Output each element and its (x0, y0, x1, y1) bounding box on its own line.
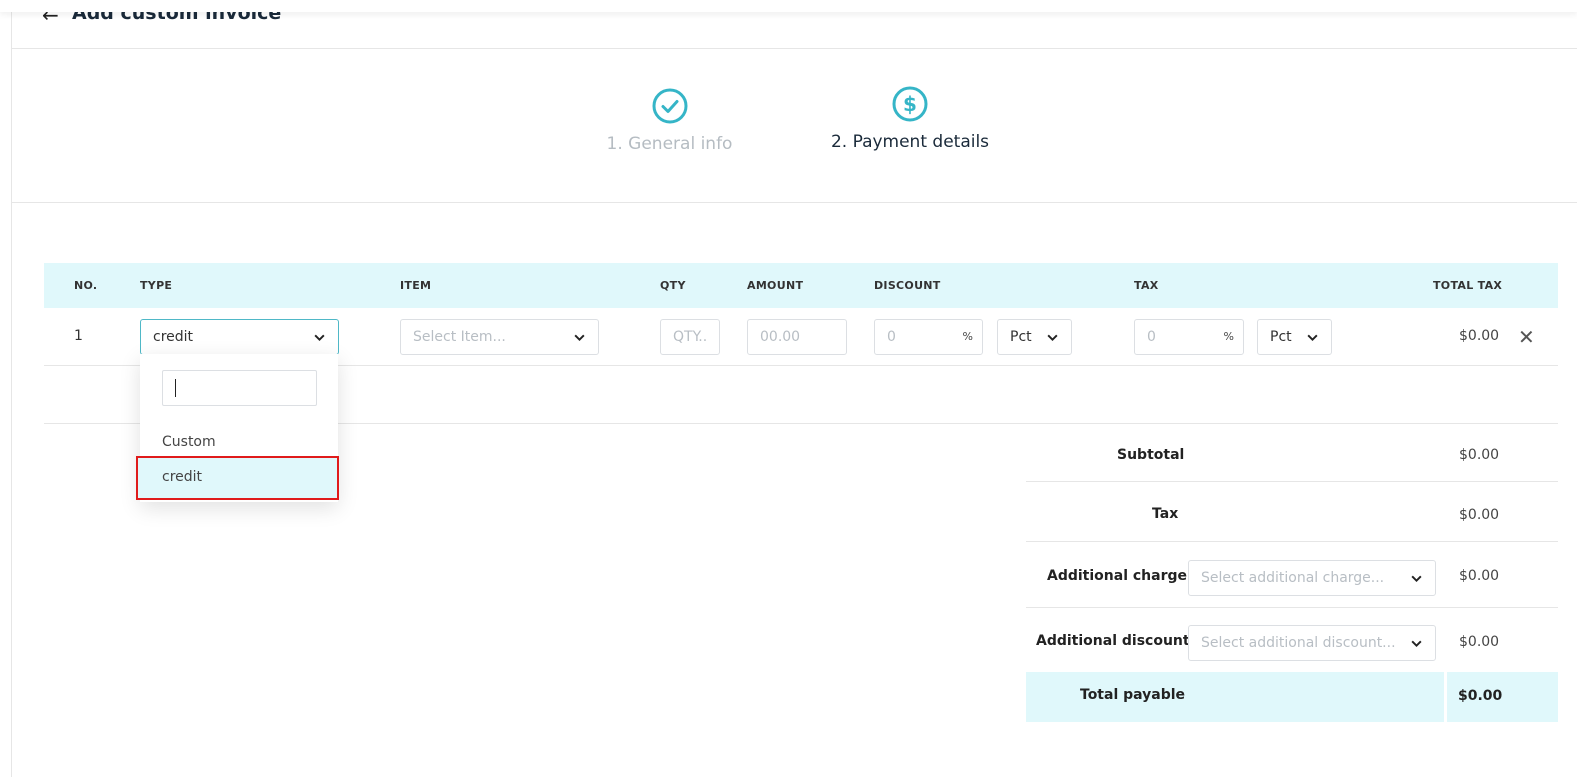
chevron-down-icon (1410, 626, 1423, 660)
row-total-tax: $0.00 (1459, 328, 1500, 344)
step-label: 1. General info (606, 134, 733, 154)
type-select-value: credit (153, 329, 194, 345)
table-header: NO. TYPE ITEM QTY AMOUNT DISCOUNT TAX TO… (44, 263, 1558, 308)
top-bar-overlay (0, 0, 1577, 12)
total-payable-value: $0.00 (1458, 688, 1503, 704)
tax-total-value: $0.00 (1459, 507, 1500, 523)
chevron-down-icon (313, 320, 326, 354)
step-general-info[interactable]: 1. General info (602, 88, 737, 154)
amount-input[interactable]: 00.00 (747, 319, 847, 355)
col-discount: DISCOUNT (874, 279, 941, 292)
dropdown-option-credit[interactable]: credit (136, 456, 339, 500)
total-payable-row: Total payable $0.00 (1026, 672, 1558, 722)
item-select[interactable]: Select Item... (400, 319, 599, 355)
col-item: ITEM (400, 279, 432, 292)
total-payable-label: Total payable (1080, 687, 1186, 703)
total-divider (1444, 672, 1447, 722)
dropdown-option-label: credit (162, 469, 203, 485)
row-number: 1 (74, 328, 83, 344)
additional-charge-select[interactable]: Select additional charge... (1188, 560, 1436, 596)
additional-charge-value: $0.00 (1459, 568, 1500, 584)
additional-discount-value: $0.00 (1459, 634, 1500, 650)
qty-placeholder: QTY.. (673, 329, 708, 345)
svg-text:$: $ (903, 92, 917, 116)
discount-mode-select[interactable]: Pct (997, 319, 1072, 355)
additional-charge-label: Additional charge (1047, 568, 1188, 584)
chevron-down-icon (1046, 320, 1059, 354)
subtotal-label: Subtotal (1117, 447, 1185, 463)
chevron-down-icon (573, 320, 586, 354)
col-qty: QTY (660, 279, 686, 292)
item-select-placeholder: Select Item... (413, 329, 506, 345)
chevron-down-icon (1306, 320, 1319, 354)
tax-input[interactable]: 0 % (1134, 319, 1244, 355)
tax-label: Tax (1152, 506, 1179, 522)
discount-input[interactable]: 0 % (874, 319, 983, 355)
step-label: 2. Payment details (830, 132, 990, 152)
dollar-circle-icon: $ (892, 86, 928, 122)
stepper: 1. General info $ 2. Payment details (12, 49, 1577, 203)
summary-divider (1026, 541, 1558, 542)
dropdown-search-input[interactable] (162, 370, 317, 406)
col-type: TYPE (140, 279, 173, 292)
tax-mode-value: Pct (1270, 329, 1292, 345)
tax-value: 0 (1147, 329, 1156, 345)
summary-divider (1026, 481, 1558, 482)
qty-input[interactable]: QTY.. (660, 319, 720, 355)
tax-unit: % (1223, 330, 1234, 343)
additional-discount-select[interactable]: Select additional discount... (1188, 625, 1436, 661)
discount-mode-value: Pct (1010, 329, 1032, 345)
amount-placeholder: 00.00 (760, 329, 801, 345)
additional-charge-placeholder: Select additional charge... (1201, 570, 1385, 586)
additional-discount-label: Additional discount (1036, 633, 1190, 649)
text-caret (175, 379, 176, 397)
check-circle-icon (652, 88, 688, 124)
summary-divider (1026, 607, 1558, 608)
chevron-down-icon (1410, 561, 1423, 595)
col-total-tax: TOTAL TAX (1433, 279, 1503, 292)
discount-value: 0 (887, 329, 896, 345)
type-dropdown-menu: Custom credit (136, 354, 339, 502)
col-no: NO. (74, 279, 98, 292)
tax-mode-select[interactable]: Pct (1257, 319, 1332, 355)
remove-row-icon[interactable]: ✕ (1518, 325, 1535, 349)
additional-discount-placeholder: Select additional discount... (1201, 635, 1396, 651)
type-select[interactable]: credit (140, 319, 339, 355)
subtotal-value: $0.00 (1459, 447, 1500, 463)
dropdown-option-custom[interactable]: Custom (162, 434, 216, 450)
col-amount: AMOUNT (747, 279, 804, 292)
col-tax: TAX (1134, 279, 1159, 292)
discount-unit: % (962, 330, 973, 343)
step-payment-details[interactable]: $ 2. Payment details (824, 86, 996, 152)
